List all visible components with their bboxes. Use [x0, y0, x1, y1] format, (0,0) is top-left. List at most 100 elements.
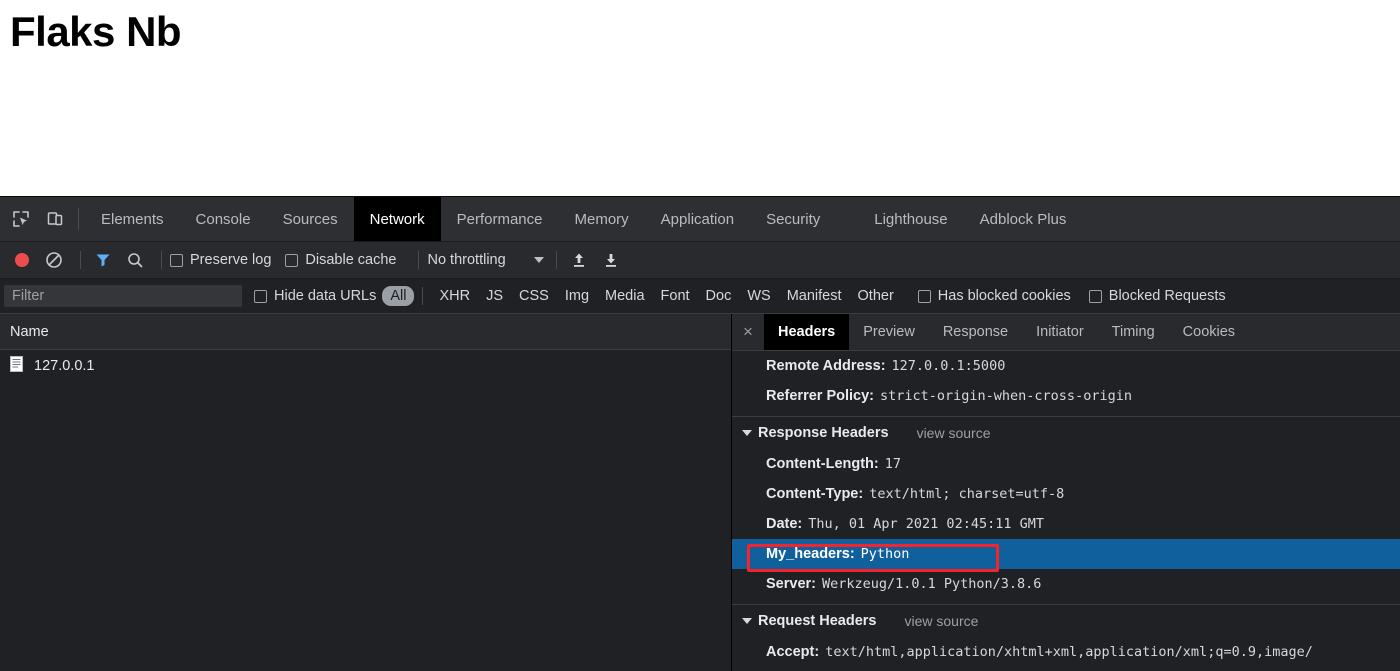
type-filter-css[interactable]: CSS — [511, 286, 557, 306]
detail-tab-initiator[interactable]: Initiator — [1022, 314, 1098, 350]
toolbar-divider — [418, 251, 420, 269]
preserve-log-label: Preserve log — [190, 252, 272, 268]
request-list-empty-area — [0, 382, 731, 671]
header-row-server: Server: Werkzeug/1.0.1 Python/3.8.6 — [732, 569, 1400, 599]
section-title-label: Response Headers — [758, 425, 889, 441]
has-blocked-cookies-label: Has blocked cookies — [937, 288, 1071, 304]
section-title-label: Request Headers — [758, 613, 877, 629]
header-value: 17 — [884, 456, 902, 472]
checkbox-box — [254, 289, 267, 303]
table-row[interactable]: 127.0.0.1 — [0, 350, 731, 382]
type-filter-all[interactable]: All — [382, 286, 415, 306]
header-name: My_headers: — [766, 546, 855, 562]
tab-memory[interactable]: Memory — [559, 197, 645, 241]
request-list-column-header: Name — [0, 314, 731, 350]
inspect-element-icon[interactable] — [10, 208, 32, 230]
response-headers-toggle[interactable]: Response Headers — [742, 425, 889, 441]
devtools-tool-icons — [0, 197, 72, 241]
network-toolbar: Preserve log Disable cache No throttling — [0, 242, 1400, 279]
throttling-value: No throttling — [427, 252, 506, 268]
type-filter-media[interactable]: Media — [597, 286, 653, 306]
header-name: Referrer Policy: — [766, 388, 874, 404]
close-icon[interactable]: × — [732, 314, 764, 350]
tab-performance[interactable]: Performance — [441, 197, 559, 241]
header-value: text/html; charset=utf-8 — [869, 486, 1065, 502]
disable-cache-checkbox[interactable]: Disable cache — [285, 252, 396, 268]
disable-cache-label: Disable cache — [305, 252, 397, 268]
header-value: Python — [860, 546, 910, 562]
tab-security[interactable]: Security — [750, 197, 836, 241]
type-filter-xhr[interactable]: XHR — [431, 286, 478, 306]
search-button[interactable] — [121, 246, 149, 274]
tab-console[interactable]: Console — [180, 197, 267, 241]
toolbar-divider — [78, 208, 79, 230]
type-filter-other[interactable]: Other — [850, 286, 902, 306]
view-source-link[interactable]: view source — [917, 425, 991, 441]
detail-tab-timing[interactable]: Timing — [1098, 314, 1169, 350]
request-list-panel: Name 127.0.0.1 — [0, 314, 732, 671]
filter-divider — [422, 287, 424, 305]
document-icon — [10, 355, 25, 377]
type-filter-img[interactable]: Img — [557, 286, 597, 306]
request-name: 127.0.0.1 — [34, 358, 95, 374]
network-filter-row: Hide data URLs All XHR JS CSS Img Media … — [0, 279, 1400, 314]
tab-sources[interactable]: Sources — [267, 197, 354, 241]
header-row-my-headers[interactable]: My_headers: Python — [732, 539, 1400, 569]
throttling-dropdown[interactable]: No throttling — [427, 252, 544, 268]
detail-tab-cookies[interactable]: Cookies — [1169, 314, 1249, 350]
toolbar-divider — [555, 251, 557, 269]
clear-button[interactable] — [40, 246, 68, 274]
detail-tabstrip: × Headers Preview Response Initiator Tim… — [732, 314, 1400, 351]
devtools-tabstrip: Elements Console Sources Network Perform… — [0, 197, 1400, 242]
checkbox-box — [917, 289, 931, 303]
header-name: Content-Length: — [766, 456, 879, 472]
tab-lighthouse[interactable]: Lighthouse — [858, 197, 963, 241]
export-har-button[interactable] — [597, 246, 625, 274]
tab-elements[interactable]: Elements — [85, 197, 180, 241]
header-value: strict-origin-when-cross-origin — [880, 388, 1132, 404]
type-filter-ws[interactable]: WS — [739, 286, 778, 306]
header-value: Werkzeug/1.0.1 Python/3.8.6 — [821, 576, 1042, 592]
request-headers-toggle[interactable]: Request Headers — [742, 613, 876, 629]
type-filter-doc[interactable]: Doc — [698, 286, 740, 306]
filter-button[interactable] — [89, 246, 117, 274]
hide-data-urls-checkbox[interactable]: Hide data URLs — [254, 288, 376, 304]
header-name: Content-Type: — [766, 486, 864, 502]
preserve-log-checkbox[interactable]: Preserve log — [170, 252, 271, 268]
network-body: Name 127.0.0.1 × Headers Preview Respons… — [0, 314, 1400, 671]
type-filter-js[interactable]: JS — [478, 286, 511, 306]
tab-application[interactable]: Application — [645, 197, 750, 241]
blocked-requests-checkbox[interactable]: Blocked Requests — [1088, 288, 1226, 304]
header-value: Thu, 01 Apr 2021 02:45:11 GMT — [808, 516, 1044, 532]
request-headers-section-header: Request Headers view source — [732, 605, 1400, 637]
header-value: 127.0.0.1:5000 — [891, 358, 1006, 374]
tab-adblock-plus[interactable]: Adblock Plus — [964, 197, 1083, 241]
detail-tab-headers[interactable]: Headers — [764, 314, 850, 350]
header-row-date: Date: Thu, 01 Apr 2021 02:45:11 GMT — [732, 509, 1400, 539]
header-value: text/html,application/xhtml+xml,applicat… — [825, 644, 1313, 660]
view-source-link[interactable]: view source — [904, 613, 978, 629]
request-detail-panel: × Headers Preview Response Initiator Tim… — [732, 314, 1400, 671]
page-title: Flaks Nb — [10, 8, 182, 55]
import-har-button[interactable] — [565, 246, 593, 274]
toolbar-divider — [161, 251, 162, 269]
device-toolbar-icon[interactable] — [44, 208, 66, 230]
checkbox-box — [170, 253, 183, 267]
response-headers-section-header: Response Headers view source — [732, 417, 1400, 449]
triangle-down-icon — [742, 430, 752, 436]
has-blocked-cookies-checkbox[interactable]: Has blocked cookies — [917, 288, 1071, 304]
record-button[interactable] — [8, 246, 36, 274]
detail-tab-preview[interactable]: Preview — [849, 314, 929, 350]
devtools-panel: Elements Console Sources Network Perform… — [0, 196, 1400, 671]
header-row-content-length: Content-Length: 17 — [732, 449, 1400, 479]
tab-network[interactable]: Network — [353, 197, 441, 241]
triangle-down-icon — [742, 618, 752, 624]
type-filter-font[interactable]: Font — [653, 286, 698, 306]
headers-content: Remote Address: 127.0.0.1:5000 Referrer … — [732, 351, 1400, 671]
header-row-content-type: Content-Type: text/html; charset=utf-8 — [732, 479, 1400, 509]
type-filter-manifest[interactable]: Manifest — [779, 286, 850, 306]
hide-data-urls-label: Hide data URLs — [274, 288, 377, 304]
header-name: Accept: — [766, 644, 820, 660]
filter-input[interactable] — [4, 285, 242, 307]
detail-tab-response[interactable]: Response — [929, 314, 1022, 350]
